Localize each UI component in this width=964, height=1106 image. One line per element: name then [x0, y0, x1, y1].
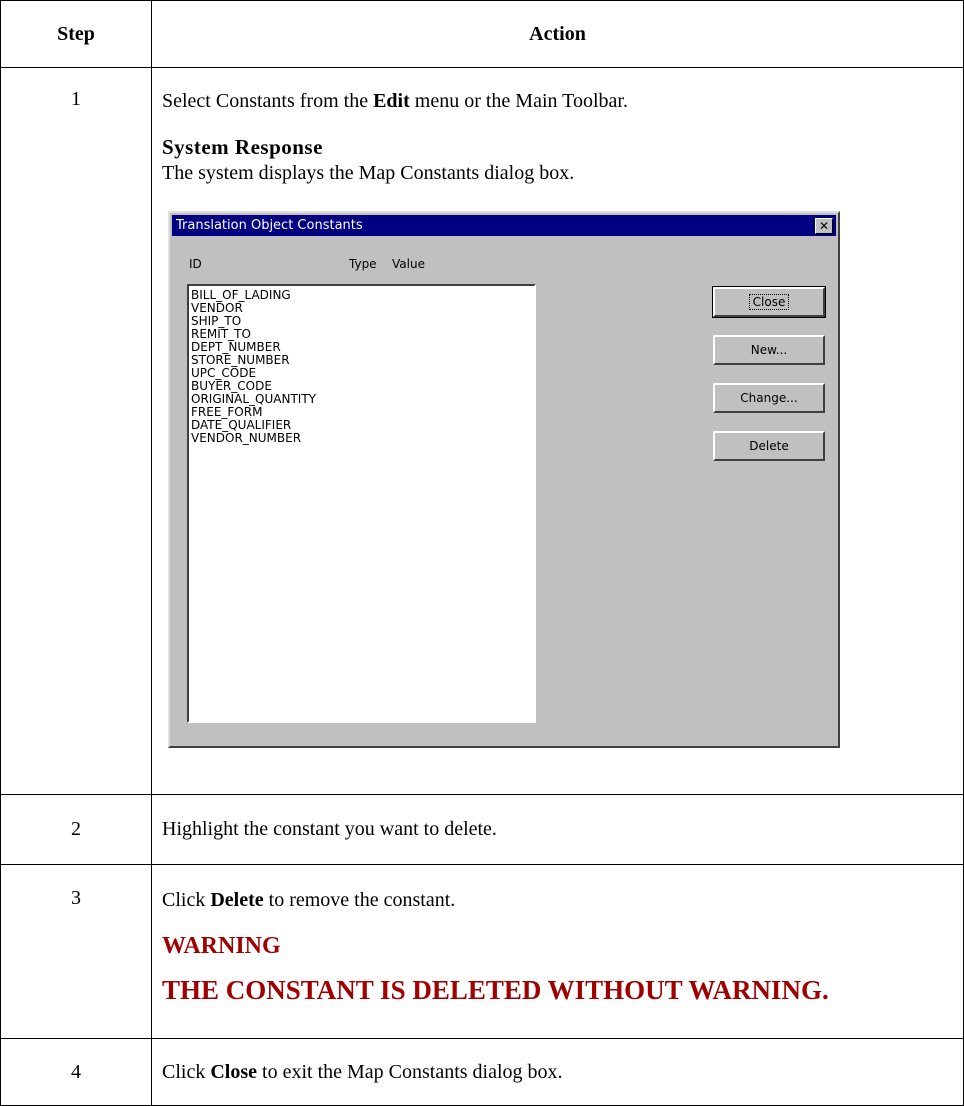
id-column-header: ID — [189, 257, 202, 271]
step-row-2: 2 Highlight the constant you want to del… — [0, 794, 964, 865]
edit-keyword: Edit — [373, 90, 410, 112]
step-action: Click Close to exit the Map Constants di… — [151, 1038, 964, 1106]
step-number: 2 — [0, 794, 152, 865]
step-row-4: 4 Click Close to exit the Map Constants … — [0, 1038, 964, 1106]
instruction-text: Select Constants from the Edit menu or t… — [162, 90, 628, 112]
close-button[interactable]: Close — [712, 286, 826, 318]
warning-text: THE CONSTANT IS DELETED WITHOUT WARNING. — [162, 975, 829, 1005]
step-row-3: 3 Click Delete to remove the constant. W… — [0, 864, 964, 1039]
constants-dialog: Translation Object Constants ✕ ID Type V… — [168, 211, 840, 748]
system-response-title: System Response — [162, 135, 323, 159]
change-button[interactable]: Change... — [713, 383, 825, 413]
step-number: 1 — [0, 67, 152, 795]
delete-button[interactable]: Delete — [713, 431, 825, 461]
list-item[interactable]: VENDOR — [191, 302, 532, 315]
header-row: Step Action — [0, 0, 964, 68]
dialog-titlebar[interactable]: Translation Object Constants ✕ — [172, 215, 836, 236]
step-action: Highlight the constant you want to delet… — [151, 794, 964, 865]
dialog-title: Translation Object Constants — [176, 218, 363, 233]
warning-title: WARNING — [162, 933, 281, 959]
step-number: 3 — [0, 864, 152, 1039]
delete-keyword: Delete — [210, 889, 264, 911]
action-header: Action — [151, 0, 964, 68]
close-icon[interactable]: ✕ — [815, 218, 833, 234]
list-item[interactable]: VENDOR_NUMBER — [191, 432, 532, 445]
instruction-text: Click Delete to remove the constant. — [162, 889, 456, 911]
system-response-text: The system displays the Map Constants di… — [162, 162, 575, 184]
new-button[interactable]: New... — [713, 335, 825, 365]
step-header: Step — [0, 0, 152, 68]
close-keyword: Close — [210, 1060, 258, 1083]
constants-list[interactable]: BILL_OF_LADING VENDOR SHIP_TO REMIT_TO D… — [187, 284, 536, 723]
step-number: 4 — [0, 1038, 152, 1106]
type-column-header: Type — [349, 257, 377, 271]
value-column-header: Value — [392, 257, 425, 271]
step-action: Click Delete to remove the constant. WAR… — [151, 864, 964, 1039]
